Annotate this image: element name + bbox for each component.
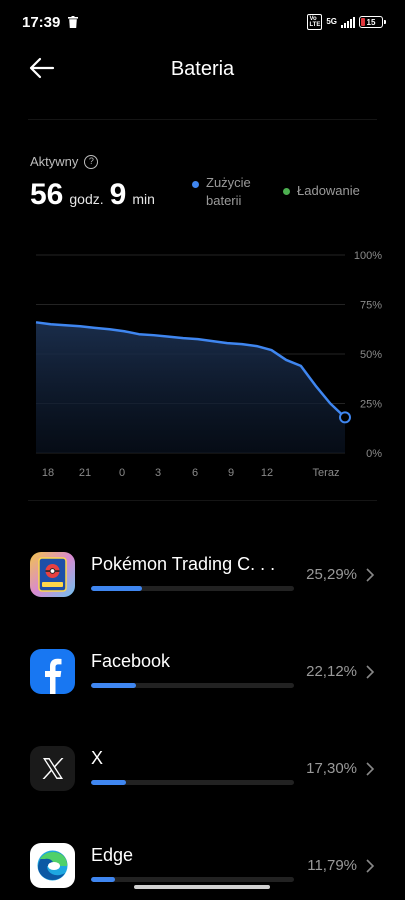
network-type: 5G — [326, 17, 337, 26]
chevron-right-icon — [366, 568, 375, 582]
usage-percent: 25,29% — [306, 566, 357, 583]
battery-chart: 100% 75% 50% 25% 0% 18 21 0 3 6 9 12 Teraz — [35, 250, 382, 479]
current-level-marker — [339, 411, 351, 424]
x-icon — [30, 746, 75, 791]
y-tick-label: 0% — [366, 448, 382, 460]
chevron-right-icon — [366, 762, 375, 776]
x-tick-label: 18 — [42, 467, 54, 479]
app-name: Edge — [91, 845, 134, 865]
usage-percent: 22,12% — [306, 663, 357, 680]
legend-charging: Ładowanie — [283, 182, 360, 200]
battery-icon: 15 — [359, 16, 386, 28]
x-tick-label: 0 — [119, 467, 125, 479]
hours-value: 56 — [30, 178, 64, 211]
volte-icon: Vo LTE — [307, 14, 323, 30]
legend-usage: Zużycie baterii — [192, 174, 251, 210]
x-tick-label: 21 — [79, 467, 91, 479]
y-tick-label: 75% — [360, 300, 382, 312]
chevron-right-icon — [366, 665, 375, 679]
usage-bar — [91, 683, 294, 688]
chevron-right-icon — [366, 859, 375, 873]
divider — [28, 119, 377, 120]
app-row-x[interactable]: X 17,30% — [0, 746, 405, 806]
usage-percent: 17,30% — [306, 760, 357, 777]
usage-dot — [192, 181, 199, 188]
usage-area — [36, 322, 345, 453]
app-name: Facebook — [91, 651, 171, 671]
legend-usage-line2: baterii — [206, 193, 242, 208]
status-bar: 17:39 Vo LTE 5G 15 — [0, 0, 405, 46]
x-tick-label: 9 — [228, 467, 234, 479]
y-tick-label: 100% — [354, 250, 382, 262]
battery-level: 15 — [366, 17, 376, 27]
legend-usage-line1: Zużycie — [206, 175, 251, 190]
signal-icon — [341, 16, 355, 28]
app-name: X — [91, 748, 104, 768]
app-row-pokemon[interactable]: Pokémon Trading C. . . 25,29% — [0, 552, 405, 612]
usage-bar — [91, 780, 294, 785]
active-duration: 56 godz. 9 min — [30, 178, 155, 212]
pokemon-tcg-icon — [30, 552, 75, 597]
active-label-text: Aktywny — [30, 154, 79, 169]
trash-icon — [68, 16, 78, 28]
minutes-unit: min — [132, 191, 155, 207]
x-tick-label: 6 — [192, 467, 198, 479]
x-tick-label: 12 — [261, 467, 273, 479]
help-icon[interactable]: ? — [84, 154, 99, 169]
x-tick-label: Teraz — [313, 467, 340, 479]
facebook-icon — [30, 649, 75, 694]
app-row-facebook[interactable]: Facebook 22,12% — [0, 649, 405, 709]
legend-charging-label: Ładowanie — [297, 183, 360, 198]
y-tick-label: 25% — [360, 399, 382, 411]
x-tick-label: 3 — [155, 467, 161, 479]
home-indicator[interactable] — [134, 885, 270, 889]
status-time: 17:39 — [22, 14, 61, 31]
usage-percent: 11,79% — [307, 857, 357, 874]
y-tick-label: 50% — [360, 349, 382, 361]
hours-unit: godz. — [69, 191, 104, 207]
divider — [28, 500, 377, 501]
edge-icon — [30, 843, 75, 888]
charging-dot — [283, 187, 290, 195]
usage-bar — [91, 877, 294, 882]
active-time-label: Aktywny ? — [30, 154, 99, 169]
app-row-edge[interactable]: Edge 11,79% — [0, 843, 405, 900]
app-name: Pokémon Trading C. . . — [91, 554, 276, 574]
minutes-value: 9 — [109, 178, 127, 211]
page-title: Bateria — [170, 58, 235, 80]
usage-bar — [91, 586, 294, 591]
